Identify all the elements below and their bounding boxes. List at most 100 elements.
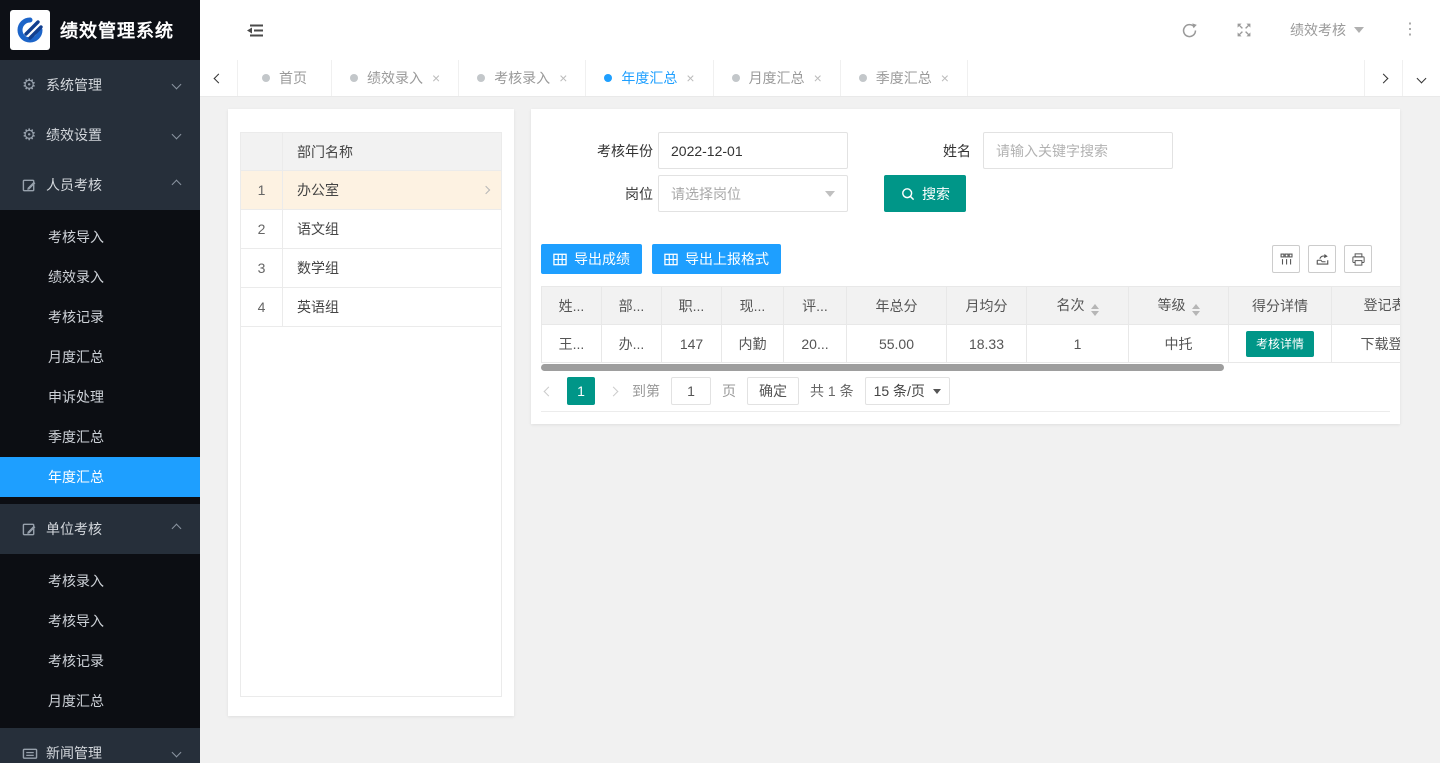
tabs-scroll-left-button[interactable] bbox=[200, 60, 238, 96]
col-monthly-avg[interactable]: 月均分 bbox=[947, 287, 1027, 325]
tab-close-icon[interactable]: × bbox=[814, 70, 822, 86]
current-page-button[interactable]: 1 bbox=[567, 377, 595, 405]
col-score-detail[interactable]: 得分详情 bbox=[1229, 287, 1332, 325]
export-button[interactable] bbox=[1308, 245, 1336, 273]
refresh-icon[interactable] bbox=[1181, 22, 1198, 39]
chevron-left-icon bbox=[544, 386, 554, 396]
sidebar-menu: ⚙ 系统管理 ⚙ 绩效设置 人员考核 考核导入 绩效录入 考核记录 月度汇总 bbox=[0, 60, 200, 763]
chevron-up-icon bbox=[172, 523, 182, 533]
table-row[interactable]: 2 语文组 bbox=[241, 210, 501, 249]
post-select[interactable]: 请选择岗位 bbox=[658, 175, 848, 212]
tab-assessment-entry[interactable]: 考核录入 × bbox=[459, 60, 586, 96]
horizontal-scrollbar[interactable] bbox=[541, 364, 1224, 371]
sidebar-item-news-management[interactable]: 新闻管理 bbox=[0, 728, 200, 763]
gear-icon: ⚙ bbox=[22, 75, 46, 95]
table-row[interactable]: 1 办公室 bbox=[241, 171, 501, 210]
department-table: 部门名称 1 办公室 2 语文组 3 数学组 4 bbox=[240, 132, 502, 697]
tabs-menu-button[interactable] bbox=[1402, 60, 1440, 96]
year-label: 考核年份 bbox=[541, 141, 653, 161]
table-icon bbox=[553, 253, 567, 266]
name-search-input[interactable] bbox=[983, 132, 1173, 169]
col-annual-total[interactable]: 年总分 bbox=[847, 287, 947, 325]
tabbar-right-controls bbox=[1364, 60, 1440, 96]
submenu-personnel: 考核导入 绩效录入 考核记录 月度汇总 申诉处理 季度汇总 年度汇总 bbox=[0, 210, 200, 504]
search-button[interactable]: 搜索 bbox=[884, 175, 966, 212]
user-dropdown[interactable]: 绩效考核 bbox=[1290, 20, 1364, 40]
tab-annual-summary[interactable]: 年度汇总 × bbox=[586, 60, 713, 96]
sidebar-subitem-unit-monthly-summary[interactable]: 月度汇总 bbox=[0, 681, 200, 721]
tab-monthly-summary[interactable]: 月度汇总 × bbox=[714, 60, 841, 96]
sort-icon[interactable] bbox=[1091, 304, 1099, 316]
table-row[interactable]: 3 数学组 bbox=[241, 249, 501, 288]
tab-dot-icon bbox=[477, 74, 485, 82]
filter-columns-button[interactable] bbox=[1272, 245, 1300, 273]
col-register-form[interactable]: 登记表 bbox=[1332, 287, 1401, 325]
tab-dot-icon bbox=[859, 74, 867, 82]
col-rank[interactable]: 名次 bbox=[1027, 287, 1129, 325]
goto-page-input[interactable] bbox=[671, 377, 711, 405]
sidebar-subitem-unit-assessment-records[interactable]: 考核记录 bbox=[0, 641, 200, 681]
export-report-button[interactable]: 导出上报格式 bbox=[652, 244, 781, 274]
chevron-down-icon bbox=[172, 79, 182, 89]
tab-home[interactable]: 首页 bbox=[238, 60, 332, 96]
tab-quarterly-summary[interactable]: 季度汇总 × bbox=[841, 60, 968, 96]
news-icon bbox=[22, 746, 46, 761]
tab-close-icon[interactable]: × bbox=[686, 70, 694, 86]
goto-label: 到第 bbox=[632, 381, 660, 401]
sidebar-subitem-assessment-import[interactable]: 考核导入 bbox=[0, 217, 200, 257]
sidebar-collapse-icon[interactable] bbox=[246, 22, 265, 39]
department-table-header: 部门名称 bbox=[241, 133, 501, 171]
tab-performance-entry[interactable]: 绩效录入 × bbox=[332, 60, 459, 96]
sidebar-item-personnel-assessment[interactable]: 人员考核 bbox=[0, 160, 200, 210]
year-field[interactable] bbox=[658, 132, 848, 169]
chevron-right-icon bbox=[1379, 73, 1389, 83]
page-size-select[interactable]: 15 条/页 bbox=[865, 377, 950, 405]
goto-confirm-button[interactable]: 确定 bbox=[747, 377, 799, 405]
col-current-post[interactable]: 现... bbox=[722, 287, 784, 325]
print-button[interactable] bbox=[1344, 245, 1372, 273]
table-toolbar-icons bbox=[1272, 245, 1372, 273]
next-page-button[interactable] bbox=[606, 388, 621, 395]
more-options-icon[interactable]: ⋮ bbox=[1402, 22, 1418, 38]
sidebar-subitem-assessment-records[interactable]: 考核记录 bbox=[0, 297, 200, 337]
tab-close-icon[interactable]: × bbox=[432, 70, 440, 86]
table-row[interactable]: 4 英语组 bbox=[241, 288, 501, 327]
table-icon bbox=[664, 253, 678, 266]
col-grade[interactable]: 等级 bbox=[1129, 287, 1229, 325]
col-staff-id[interactable]: 职... bbox=[662, 287, 722, 325]
col-name[interactable]: 姓... bbox=[542, 287, 602, 325]
results-table: 姓... 部... 职... 现... 评... 年总分 月均分 名次 等级 得… bbox=[541, 286, 1400, 363]
logo-bar: 绩效管理系统 bbox=[0, 0, 200, 60]
tabs-scroll-right-button[interactable] bbox=[1364, 60, 1402, 96]
sidebar-subitem-quarterly-summary[interactable]: 季度汇总 bbox=[0, 417, 200, 457]
sort-icon[interactable] bbox=[1192, 304, 1200, 316]
col-eval-date[interactable]: 评... bbox=[784, 287, 847, 325]
filter-row-1: 考核年份 姓名 bbox=[541, 132, 1390, 169]
tab-close-icon[interactable]: × bbox=[941, 70, 949, 86]
sidebar-item-unit-assessment[interactable]: 单位考核 bbox=[0, 504, 200, 554]
sidebar-subitem-unit-assessment-entry[interactable]: 考核录入 bbox=[0, 561, 200, 601]
app-root: 绩效管理系统 ⚙ 系统管理 ⚙ 绩效设置 人员考核 考核导入 bbox=[0, 0, 1440, 763]
chevron-down-icon bbox=[172, 129, 182, 139]
name-label: 姓名 bbox=[871, 141, 971, 161]
search-icon bbox=[900, 186, 916, 202]
sidebar-item-performance-settings[interactable]: ⚙ 绩效设置 bbox=[0, 110, 200, 160]
export-scores-button[interactable]: 导出成绩 bbox=[541, 244, 642, 274]
tab-dot-icon bbox=[262, 74, 270, 82]
results-panel: 考核年份 姓名 岗位 请选择岗位 搜索 bbox=[531, 109, 1400, 424]
col-department[interactable]: 部... bbox=[602, 287, 662, 325]
chevron-right-icon bbox=[609, 386, 619, 396]
prev-page-button[interactable] bbox=[541, 388, 556, 395]
sidebar-subitem-annual-summary[interactable]: 年度汇总 bbox=[0, 457, 200, 497]
sidebar-item-system-management[interactable]: ⚙ 系统管理 bbox=[0, 60, 200, 110]
department-name-header: 部门名称 bbox=[283, 133, 501, 170]
sidebar-subitem-monthly-summary[interactable]: 月度汇总 bbox=[0, 337, 200, 377]
fullscreen-icon[interactable] bbox=[1236, 22, 1252, 38]
assessment-detail-button[interactable]: 考核详情 bbox=[1246, 331, 1314, 357]
sidebar-subitem-appeal-handling[interactable]: 申诉处理 bbox=[0, 377, 200, 417]
export-icon bbox=[1315, 252, 1330, 267]
sidebar-subitem-unit-assessment-import[interactable]: 考核导入 bbox=[0, 601, 200, 641]
download-register-link[interactable]: 下载登记表 bbox=[1332, 325, 1401, 363]
sidebar-subitem-performance-entry[interactable]: 绩效录入 bbox=[0, 257, 200, 297]
tab-close-icon[interactable]: × bbox=[559, 70, 567, 86]
